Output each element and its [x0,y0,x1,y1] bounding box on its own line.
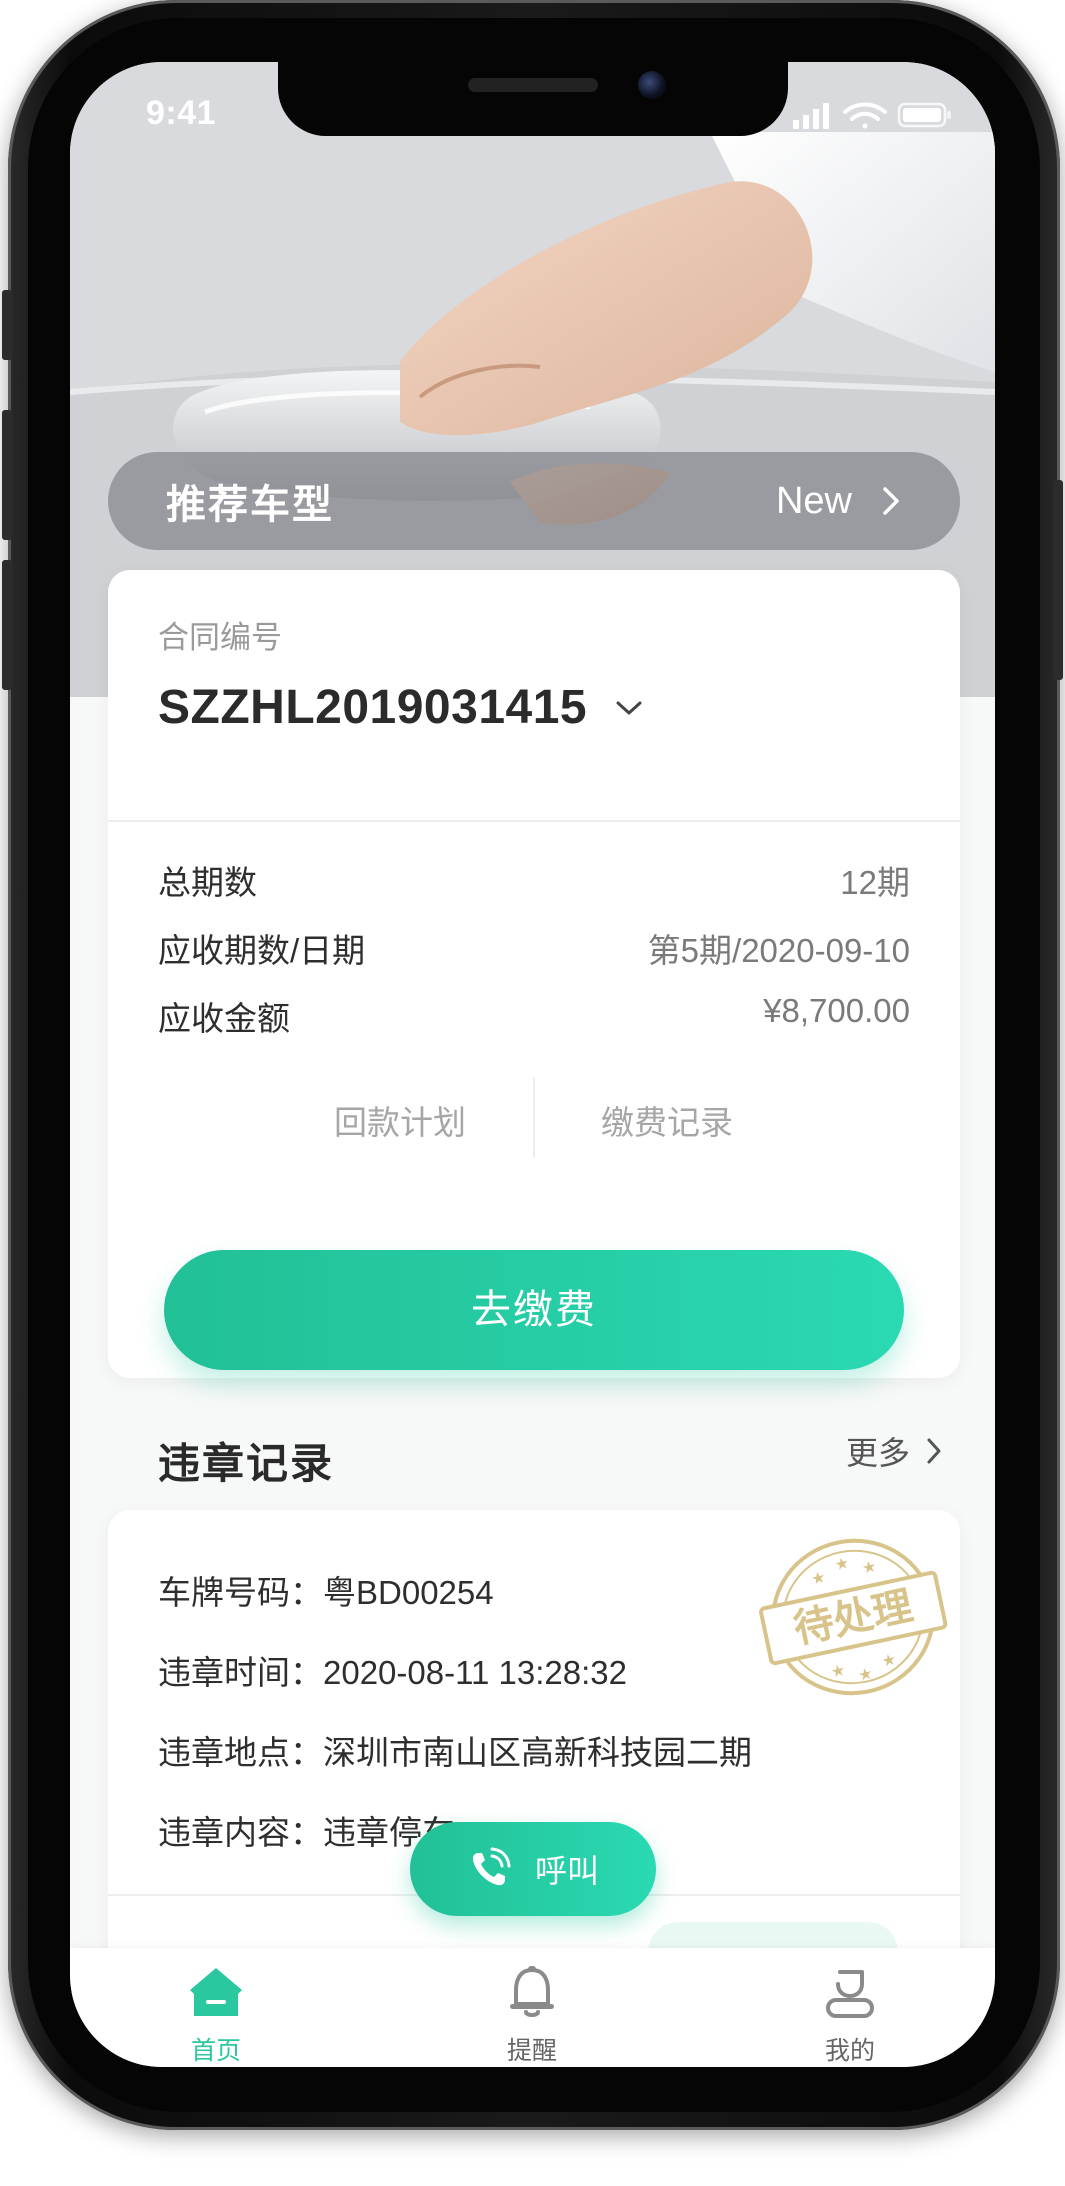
tab-profile-label: 我的 [824,2037,875,2065]
chevron-down-icon [616,701,642,714]
contract-number: SZZHL2019031415 [158,681,588,734]
status-time: 9:41 [146,94,217,132]
violations-more-link[interactable]: 更多 [846,1428,942,1474]
chevron-right-icon [883,487,899,515]
call-label: 呼叫 [534,1853,599,1889]
volume-down-button [2,560,12,690]
divider [108,820,960,822]
violation-location: 违章地点：深圳市南山区高新科技园二期 [158,1734,752,1771]
plate-number: 车牌号码：粤BD00254 [158,1574,494,1611]
contract-number-label: 合同编号 [158,620,282,655]
volume-up-button [2,410,12,540]
tab-home[interactable]: 首页 [136,1964,296,2067]
recommended-models-title: 推荐车型 [166,483,334,527]
chevron-right-icon [927,1438,941,1464]
violation-content: 违章内容：违章停车 [158,1814,455,1851]
status-icons [793,102,951,129]
contract-card: 合同编号 SZZHL2019031415 总期数 12期 应收期数/日期 第5期… [108,570,960,1378]
wifi-icon [843,102,887,129]
total-periods-row: 总期数 12期 [158,856,910,904]
due-period-label: 应收期数/日期 [158,932,366,969]
due-amount-row: 应收金额 ¥8,700.00 [158,992,910,1040]
payment-records-link[interactable]: 缴费记录 [601,1096,733,1144]
svg-text:★: ★ [829,1662,847,1682]
front-camera [638,71,666,99]
due-period-value: 第5期/2020-09-10 [647,932,910,969]
tab-bar: 首页 提醒 我的 [70,1948,995,2067]
link-separator [533,1078,535,1158]
tab-reminders[interactable]: 提醒 [452,1964,612,2067]
svg-text:★: ★ [861,1558,879,1578]
svg-text:★: ★ [880,1651,898,1671]
notch [278,62,788,136]
total-periods-label: 总期数 [158,864,257,901]
contract-number-selector[interactable]: SZZHL2019031415 [158,680,643,735]
signal-icon [793,103,829,129]
more-label: 更多 [846,1435,911,1471]
pending-stamp: 待处理 ★★ ★ ★ ★★ [759,1538,948,1696]
repayment-plan-link[interactable]: 回款计划 [334,1096,466,1144]
total-periods-value: 12期 [840,864,910,901]
svg-text:★: ★ [857,1665,875,1685]
bell-icon [510,1966,554,2017]
card-links: 回款计划 缴费记录 [108,1078,960,1158]
svg-text:★: ★ [810,1569,828,1589]
violations-title: 违章记录 [158,1440,335,1487]
pay-button[interactable]: 去缴费 [164,1250,904,1370]
due-period-row: 应收期数/日期 第5期/2020-09-10 [158,924,910,972]
tab-home-label: 首页 [190,2037,241,2065]
new-badge: New [775,479,852,522]
app-screen: 9:41 推荐车型 New 合同编号 SZZHL2019031415 总期数 1… [70,62,995,2067]
due-amount-label: 应收金额 [158,1000,290,1037]
due-amount-value: ¥8,700.00 [763,992,910,1029]
home-icon [190,1968,242,2016]
phone-icon [472,1847,511,1886]
call-button[interactable]: 呼叫 [410,1822,656,1916]
tab-reminders-label: 提醒 [506,2037,557,2065]
svg-text:★: ★ [833,1555,851,1575]
speaker [468,78,598,92]
mute-switch [2,290,12,360]
power-button [1053,480,1063,680]
battery-icon [897,102,951,128]
profile-icon [826,1970,874,2018]
tab-profile[interactable]: 我的 [770,1964,930,2067]
violation-time: 违章时间：2020-08-11 13:28:32 [158,1654,627,1691]
recommended-models-banner[interactable]: 推荐车型 New [108,452,960,550]
